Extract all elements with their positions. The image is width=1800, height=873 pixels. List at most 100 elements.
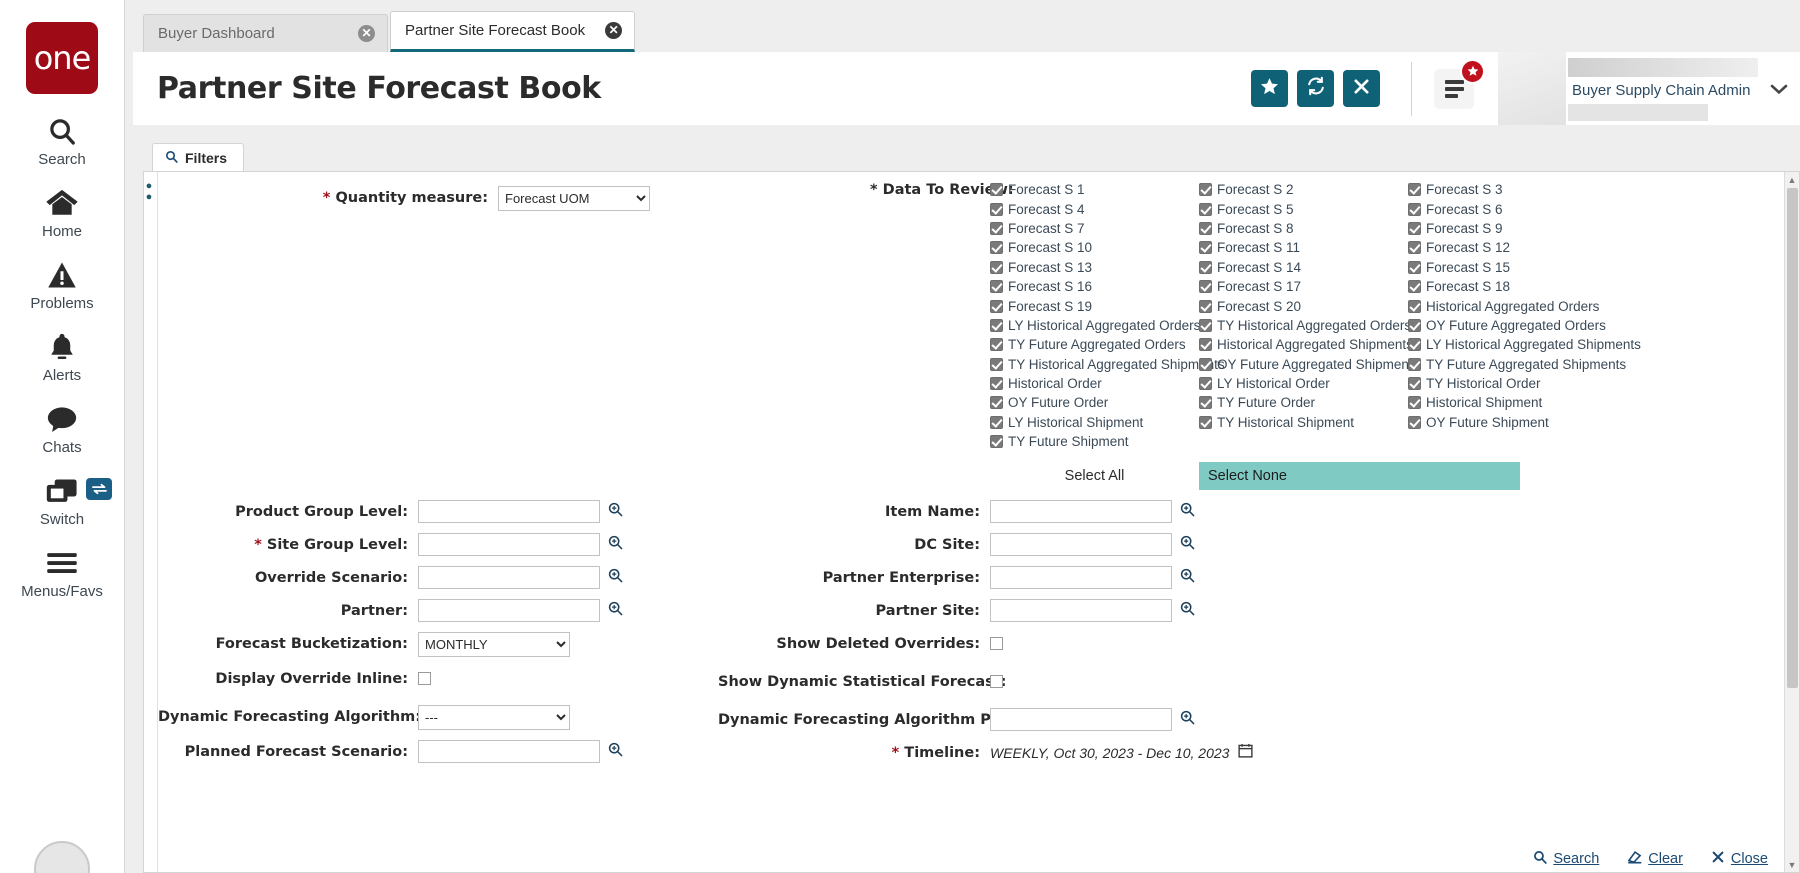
checkbox[interactable] bbox=[1408, 183, 1421, 197]
sidebar-item-search[interactable]: Search bbox=[0, 114, 124, 168]
sidebar-item-menus-favs[interactable]: Menus/Favs bbox=[0, 546, 124, 600]
checkbox[interactable] bbox=[1199, 357, 1212, 371]
data-to-review-checkbox-row[interactable]: LY Historical Aggregated Shipments bbox=[1408, 335, 1641, 354]
checkbox[interactable] bbox=[1199, 183, 1212, 197]
data-to-review-checkbox-row[interactable]: OY Future Aggregated Shipments bbox=[1199, 355, 1419, 374]
checkbox[interactable] bbox=[990, 183, 1003, 197]
data-to-review-checkbox-row[interactable]: TY Future Order bbox=[1199, 393, 1408, 412]
checkbox[interactable] bbox=[990, 241, 1003, 255]
scroll-down-icon[interactable]: ▼ bbox=[1785, 857, 1799, 872]
checkbox[interactable] bbox=[1408, 280, 1421, 294]
data-to-review-checkbox-row[interactable]: Forecast S 8 bbox=[1199, 219, 1408, 238]
data-to-review-checkbox-row[interactable]: TY Future Aggregated Orders bbox=[990, 335, 1199, 354]
data-to-review-checkbox-row[interactable]: Historical Order bbox=[990, 374, 1199, 393]
favorite-button[interactable] bbox=[1251, 70, 1288, 107]
checkbox[interactable] bbox=[1408, 396, 1421, 410]
checkbox[interactable] bbox=[990, 318, 1003, 332]
checkbox[interactable] bbox=[1199, 241, 1212, 255]
checkbox[interactable] bbox=[1408, 202, 1421, 216]
text-input[interactable] bbox=[418, 740, 600, 763]
checkbox[interactable] bbox=[990, 357, 1003, 371]
checkbox[interactable] bbox=[990, 280, 1003, 294]
data-to-review-checkbox-row[interactable]: Forecast S 7 bbox=[990, 219, 1199, 238]
lookup-search-icon[interactable] bbox=[1180, 599, 1195, 616]
data-to-review-checkbox-row[interactable]: Historical Shipment bbox=[1408, 393, 1617, 412]
data-to-review-checkbox-row[interactable]: Forecast S 15 bbox=[1408, 258, 1617, 277]
quantity-measure-select[interactable]: Forecast UOM bbox=[498, 186, 650, 211]
checkbox[interactable] bbox=[1408, 241, 1421, 255]
lookup-search-icon[interactable] bbox=[608, 599, 623, 616]
checkbox[interactable] bbox=[1408, 318, 1421, 332]
checkbox[interactable] bbox=[990, 637, 1003, 650]
checkbox[interactable] bbox=[1199, 202, 1212, 216]
checkbox[interactable] bbox=[1199, 396, 1212, 410]
panel-collapse-rail[interactable]: ●● bbox=[144, 172, 158, 872]
text-input[interactable] bbox=[418, 566, 600, 589]
checkbox[interactable] bbox=[418, 672, 431, 685]
chevron-down-icon[interactable] bbox=[1758, 52, 1800, 125]
data-to-review-checkbox-row[interactable]: Historical Aggregated Orders bbox=[1408, 296, 1617, 315]
switch-toggle-badge[interactable] bbox=[86, 478, 112, 500]
data-to-review-checkbox-row[interactable]: Forecast S 1 bbox=[990, 180, 1199, 199]
lookup-search-icon[interactable] bbox=[1180, 533, 1195, 550]
checkbox[interactable] bbox=[990, 435, 1003, 449]
data-to-review-checkbox-row[interactable]: Forecast S 17 bbox=[1199, 277, 1408, 296]
checkbox[interactable] bbox=[990, 377, 1003, 391]
data-to-review-checkbox-row[interactable]: Forecast S 3 bbox=[1408, 180, 1617, 199]
calendar-icon[interactable] bbox=[1238, 741, 1254, 763]
select-input[interactable]: --- bbox=[418, 705, 570, 730]
data-to-review-checkbox-row[interactable]: Forecast S 16 bbox=[990, 277, 1199, 296]
select-none-button[interactable]: Select None bbox=[1199, 462, 1520, 490]
checkbox[interactable] bbox=[1408, 260, 1421, 274]
lookup-search-icon[interactable] bbox=[1180, 566, 1195, 583]
text-input[interactable] bbox=[418, 533, 600, 556]
close-button[interactable] bbox=[1343, 70, 1380, 107]
data-to-review-checkbox-row[interactable]: Forecast S 5 bbox=[1199, 199, 1408, 218]
data-to-review-checkbox-row[interactable]: Forecast S 6 bbox=[1408, 199, 1617, 218]
lookup-search-icon[interactable] bbox=[608, 740, 623, 757]
checkbox[interactable] bbox=[990, 299, 1003, 313]
data-to-review-checkbox-row[interactable]: Forecast S 14 bbox=[1199, 258, 1408, 277]
lookup-search-icon[interactable] bbox=[608, 566, 623, 583]
checkbox[interactable] bbox=[990, 260, 1003, 274]
lookup-search-icon[interactable] bbox=[1180, 708, 1195, 725]
user-block[interactable]: Buyer Supply Chain Admin bbox=[1498, 52, 1800, 125]
sidebar-avatar[interactable] bbox=[34, 841, 90, 873]
checkbox[interactable] bbox=[1199, 377, 1212, 391]
data-to-review-checkbox-row[interactable]: LY Historical Order bbox=[1199, 374, 1408, 393]
checkbox[interactable] bbox=[1199, 280, 1212, 294]
close-icon[interactable]: ✕ bbox=[358, 25, 375, 42]
text-input[interactable] bbox=[990, 500, 1172, 523]
tab-filters[interactable]: Filters bbox=[152, 143, 245, 171]
checkbox[interactable] bbox=[1408, 221, 1421, 235]
text-input[interactable] bbox=[418, 500, 600, 523]
data-to-review-checkbox-row[interactable]: Forecast S 9 bbox=[1408, 219, 1617, 238]
data-to-review-checkbox-row[interactable]: OY Future Order bbox=[990, 393, 1199, 412]
text-input[interactable] bbox=[418, 599, 600, 622]
text-input[interactable] bbox=[990, 599, 1172, 622]
sidebar-item-problems[interactable]: Problems bbox=[0, 258, 124, 312]
scroll-up-icon[interactable]: ▲ bbox=[1785, 172, 1799, 187]
checkbox[interactable] bbox=[990, 675, 1003, 688]
sidebar-item-switch[interactable]: Switch bbox=[0, 474, 124, 528]
checkbox[interactable] bbox=[1408, 299, 1421, 313]
text-input[interactable] bbox=[990, 708, 1172, 731]
data-to-review-checkbox-row[interactable]: TY Future Shipment bbox=[990, 432, 1199, 451]
search-button[interactable]: Search bbox=[1533, 850, 1599, 868]
close-icon[interactable]: ✕ bbox=[605, 22, 623, 39]
panel-scrollbar[interactable]: ▲ ▼ bbox=[1784, 172, 1799, 872]
data-to-review-checkbox-row[interactable]: TY Future Aggregated Shipments bbox=[1408, 355, 1626, 374]
checkbox[interactable] bbox=[1199, 299, 1212, 313]
data-to-review-checkbox-row[interactable]: Forecast S 19 bbox=[990, 296, 1199, 315]
checkbox[interactable] bbox=[1408, 415, 1421, 429]
sidebar-item-home[interactable]: Home bbox=[0, 186, 124, 240]
clear-button[interactable]: Clear bbox=[1627, 850, 1683, 868]
checkbox[interactable] bbox=[1199, 260, 1212, 274]
data-to-review-checkbox-row[interactable]: Forecast S 13 bbox=[990, 258, 1199, 277]
checkbox[interactable] bbox=[990, 396, 1003, 410]
scrollbar-thumb[interactable] bbox=[1787, 188, 1798, 688]
checkbox[interactable] bbox=[1199, 338, 1212, 352]
data-to-review-checkbox-row[interactable]: Forecast S 11 bbox=[1199, 238, 1408, 257]
checkbox[interactable] bbox=[1408, 377, 1421, 391]
checkbox[interactable] bbox=[990, 221, 1003, 235]
